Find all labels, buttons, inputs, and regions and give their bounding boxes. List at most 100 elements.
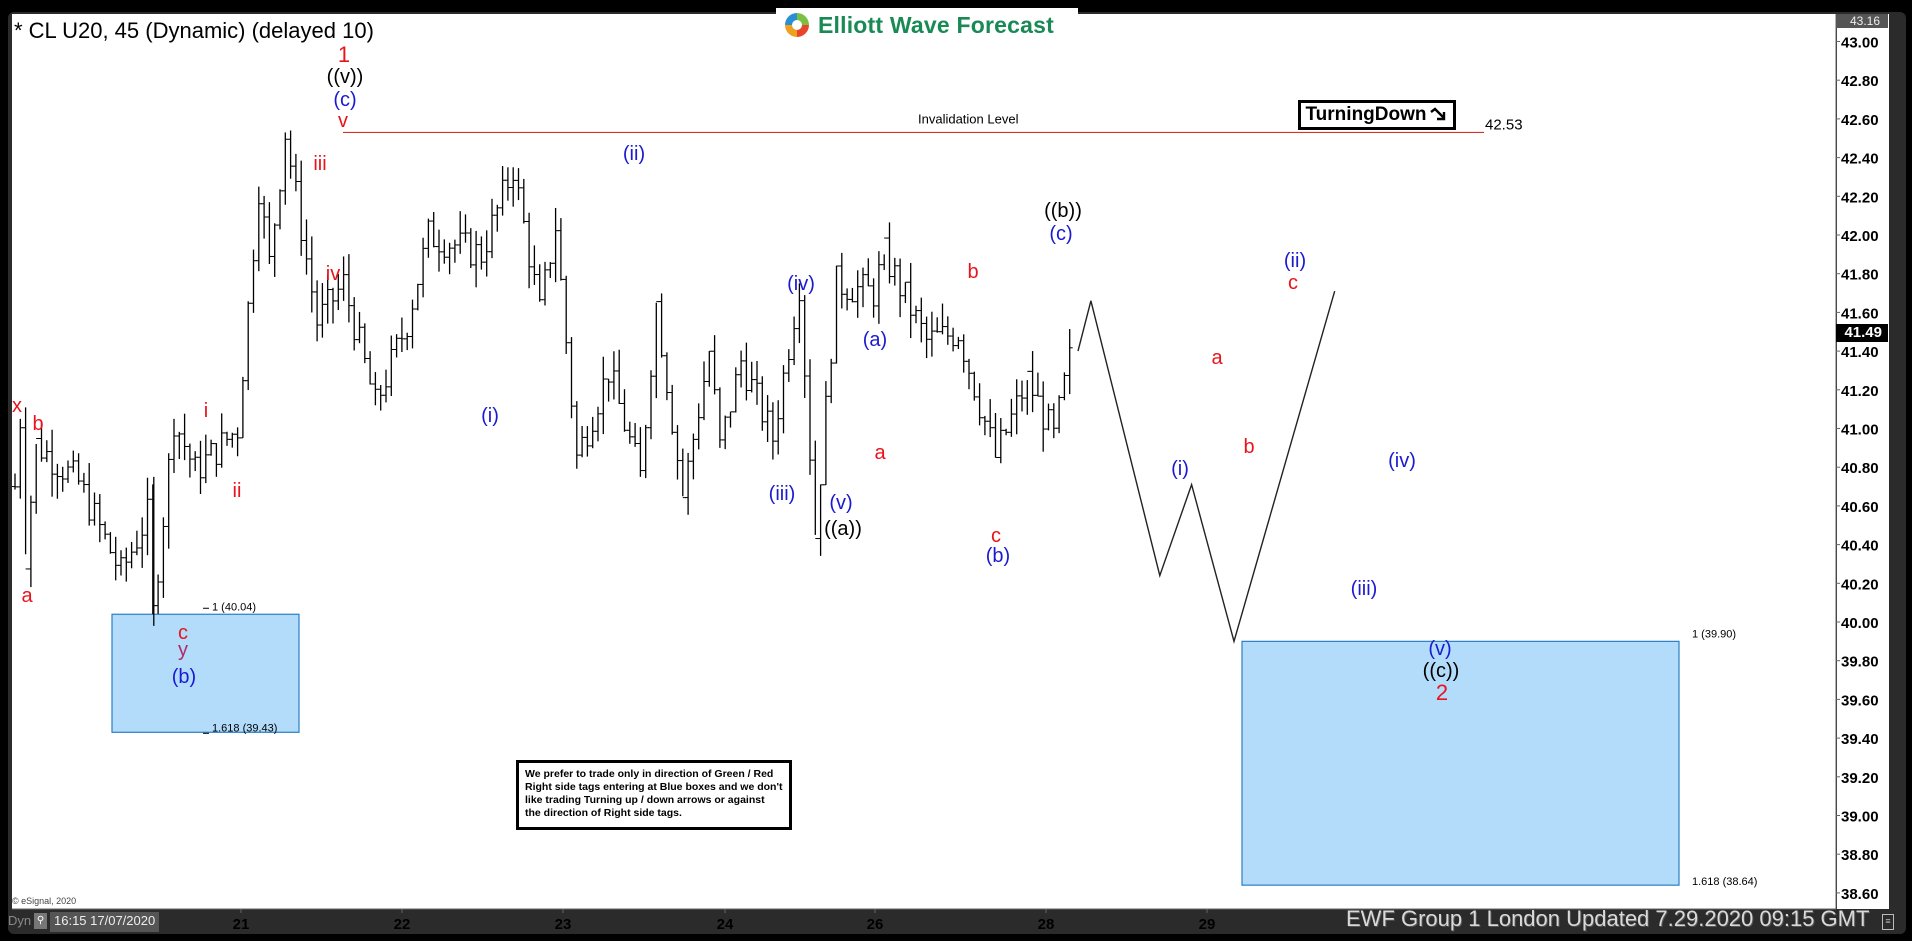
ohlc-bar — [473, 230, 480, 288]
ohlc-bar — [404, 332, 411, 351]
ohlc-bar — [637, 427, 644, 477]
ohlc-bar — [663, 352, 670, 401]
wave-label: (iv) — [1388, 450, 1416, 472]
ohlc-bar — [361, 323, 368, 364]
ohlc-bar — [838, 252, 845, 309]
ohlc-bar — [234, 427, 241, 457]
ohlc-bar — [441, 239, 448, 264]
ohlc-bar — [897, 258, 904, 318]
ohlc-bar — [759, 376, 766, 431]
y-tick-label: 38.80 — [1841, 847, 1879, 864]
lock-icon[interactable]: ⚲ — [34, 913, 47, 929]
x-tick-label: 24 — [717, 916, 734, 933]
ohlc-bar — [891, 257, 898, 286]
y-tick-label: 40.60 — [1841, 499, 1879, 516]
ohlc-bar — [658, 293, 665, 358]
ohlc-bar — [261, 195, 268, 239]
ohlc-bar — [944, 316, 951, 345]
logo-text: Elliott Wave Forecast — [818, 11, 1054, 38]
ohlc-bar — [160, 517, 167, 598]
ohlc-bar — [992, 413, 999, 458]
price-chart[interactable]: 1 (40.04) 1.618 (39.43) 1 (39.90) 1.618 (38… — [0, 0, 1912, 941]
ohlc-bar — [483, 230, 490, 277]
ohlc-bar — [351, 297, 358, 351]
ohlc-bar — [377, 385, 384, 411]
ohlc-bar — [430, 212, 437, 248]
ohlc-bar — [213, 443, 220, 477]
y-tick-label: 41.00 — [1841, 422, 1879, 439]
y-tick-label: 40.40 — [1841, 538, 1879, 555]
ohlc-bar — [934, 317, 941, 333]
ohlc-bar — [573, 401, 580, 469]
y-tick-label: 42.80 — [1841, 73, 1879, 90]
ohlc-bar — [849, 287, 856, 303]
ohlc-bar — [584, 426, 591, 457]
x-tick-label: 23 — [555, 916, 572, 933]
ohlc-bar — [981, 415, 988, 436]
ohlc-bar — [467, 228, 474, 269]
wave-label: i — [204, 400, 208, 422]
ohlc-bar — [791, 316, 798, 366]
box-bottom-label: 1.618 (39.43) — [212, 722, 277, 734]
ohlc-bar — [282, 132, 289, 205]
wave-label: (iii) — [1351, 578, 1378, 600]
ohlc-bar — [478, 236, 485, 270]
ohlc-bar — [589, 416, 596, 449]
cursor-time: 16:15 17/07/2020 — [50, 912, 160, 932]
y-tick-label: 43.00 — [1841, 35, 1879, 52]
ohlc-bar — [997, 418, 1004, 464]
ohlc-bar — [711, 335, 718, 395]
wave-label: c — [1288, 272, 1298, 294]
ohlc-bar — [144, 477, 151, 556]
ohlc-bar — [1008, 398, 1015, 437]
ohlc-bar — [875, 251, 882, 324]
ohlc-bar — [642, 424, 649, 479]
ohlc-bar — [913, 305, 919, 324]
y-tick-label: 39.40 — [1841, 731, 1879, 748]
ohlc-bar — [165, 453, 172, 549]
ohlc-bar — [844, 288, 851, 311]
x-tick-label: 21 — [233, 916, 250, 933]
ohlc-bar — [510, 167, 517, 207]
ohlc-bar — [181, 413, 188, 461]
ohlc-bar — [292, 153, 299, 192]
y-tick-label: 41.20 — [1841, 383, 1879, 400]
ohlc-bar — [1003, 428, 1010, 436]
dyn-label[interactable]: Dyn — [8, 913, 31, 928]
ohlc-bar — [1024, 370, 1031, 415]
ohlc-bar — [907, 262, 914, 339]
wave-label: v — [338, 110, 348, 132]
ohlc-bar — [1019, 380, 1025, 412]
ohlc-bar — [531, 245, 538, 285]
brand-logo: Elliott Wave Forecast — [776, 8, 1078, 42]
ohlc-bar — [43, 440, 50, 463]
ohlc-bar — [197, 440, 204, 494]
ohlc-bar — [462, 214, 469, 243]
y-tick-label: 39.60 — [1841, 692, 1879, 709]
ohlc-bar — [239, 376, 246, 439]
ohlc-bar — [748, 361, 755, 393]
ohlc-bar — [12, 473, 18, 490]
scroll-end-icon[interactable]: ≡ — [1882, 914, 1894, 930]
ohlc-bar — [107, 532, 114, 554]
ohlc-bar — [679, 448, 686, 499]
ohlc-bar — [775, 400, 782, 455]
wave-label: (c) — [333, 89, 356, 111]
ohlc-bar — [817, 484, 824, 556]
y-tick-label: 41.60 — [1841, 305, 1879, 322]
ohlc-bar — [595, 406, 601, 442]
invalidation-price: 42.53 — [1485, 116, 1523, 133]
ohlc-bar — [600, 356, 607, 435]
ohlc-bar — [833, 265, 840, 364]
ohlc-bar — [192, 451, 199, 472]
ohlc-bar — [632, 423, 639, 447]
ohlc-bar — [420, 237, 427, 298]
ohlc-bar — [118, 550, 124, 576]
ohlc-bar — [414, 283, 421, 311]
ohlc-bar — [939, 303, 946, 335]
ohlc-bar — [308, 236, 315, 313]
ohlc-bar — [552, 207, 559, 283]
box-top-label: 1 (39.90) — [1692, 628, 1736, 640]
y-tick-label: 40.00 — [1841, 615, 1879, 632]
ohlc-bar — [171, 418, 177, 474]
